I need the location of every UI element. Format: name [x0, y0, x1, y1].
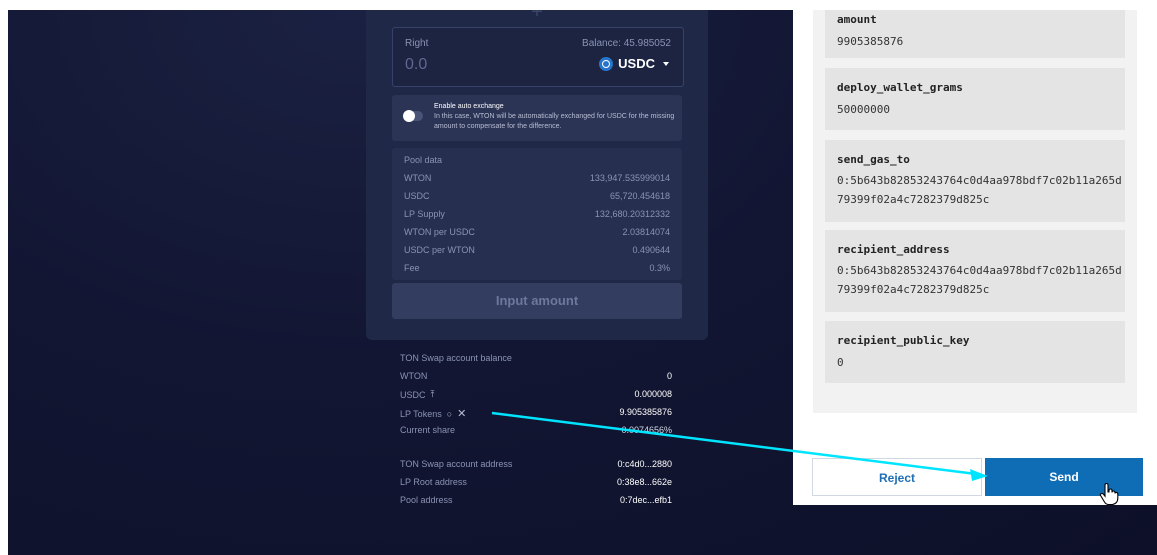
swap-card: + Right Balance: 45.985052 0.0 USDC Enab…	[366, 10, 708, 340]
pool-row-value: 0.3%	[649, 263, 670, 273]
balance-label: LP Tokens	[400, 408, 442, 419]
pool-row-label: Fee	[404, 263, 420, 273]
address-row: LP Root address 0:38e8...662e	[400, 477, 672, 491]
param-value: 0:5b643b82853243764c0d4aa978bdf7c02b11a2…	[837, 264, 1122, 296]
right-token-field[interactable]: Right Balance: 45.985052 0.0 USDC	[392, 27, 684, 87]
balance-value: 0.000008	[634, 389, 672, 399]
hand-cursor-icon	[1099, 483, 1119, 505]
usdc-icon	[599, 56, 614, 71]
balance-value: 9.905385876	[619, 407, 672, 417]
wallet-confirm-panel: amount 9905385876 deploy_wallet_grams 50…	[793, 10, 1157, 505]
address-label: Pool address	[400, 495, 453, 505]
pool-data-box: Pool data WTON 133,947.535999014 USDC 65…	[392, 148, 682, 280]
pool-row-label: LP Supply	[404, 209, 445, 219]
toggle-knob	[403, 110, 415, 122]
pool-row: Fee 0.3%	[404, 263, 670, 277]
pool-data-heading: Pool data	[404, 155, 443, 165]
pool-row-label: USDC per WTON	[404, 245, 475, 255]
pool-row: LP Supply 132,680.20312332	[404, 209, 670, 223]
balance-row: LP Tokens ○ ✕ 9.905385876	[400, 407, 672, 421]
upload-icon[interactable]: ⤒	[431, 389, 435, 400]
param-deploy-wallet-grams: deploy_wallet_grams 50000000	[825, 68, 1125, 130]
auto-exchange-title: Enable auto exchange	[434, 103, 504, 110]
balance-row: Current share 0.0074656%	[400, 425, 672, 439]
param-recipient-public-key: recipient_public_key 0	[825, 321, 1125, 383]
pool-row: USDC per WTON 0.490644	[404, 245, 670, 259]
param-recipient-address: recipient_address 0:5b643b82853243764c0d…	[825, 230, 1125, 312]
param-amount: amount 9905385876	[825, 10, 1125, 58]
right-label: Right	[405, 38, 429, 49]
pool-row: WTON per USDC 2.03814074	[404, 227, 670, 241]
pool-row-value: 133,947.535999014	[589, 173, 670, 183]
input-amount-button[interactable]: Input amount	[392, 283, 682, 319]
right-amount-input[interactable]: 0.0	[405, 56, 427, 74]
address-value[interactable]: 0:38e8...662e	[617, 477, 672, 487]
pool-row-value: 65,720.454618	[609, 191, 670, 201]
pool-row-value: 2.03814074	[622, 227, 670, 237]
param-value: 9905385876	[837, 35, 904, 48]
param-name: send_gas_to	[837, 153, 910, 166]
param-value: 0	[837, 356, 844, 369]
pool-row-label: USDC	[404, 191, 430, 201]
account-heading: TON Swap account balance	[400, 353, 512, 363]
param-name: deploy_wallet_grams	[837, 81, 963, 94]
token-select[interactable]: USDC	[599, 56, 669, 71]
address-value[interactable]: 0:7dec...efb1	[620, 495, 672, 505]
address-row: Pool address 0:7dec...efb1	[400, 495, 672, 509]
balance-label: WTON	[400, 371, 428, 381]
token-balance: Balance: 45.985052	[582, 38, 671, 49]
chevron-down-icon	[663, 61, 669, 66]
plus-icon: +	[531, 10, 543, 23]
token-symbol: USDC	[618, 56, 655, 71]
balance-label: USDC	[400, 389, 426, 400]
balance-value: 0.0074656%	[621, 425, 672, 435]
send-button[interactable]: Send	[985, 458, 1143, 496]
balance-value: 0	[666, 371, 672, 381]
balance-row: WTON 0	[400, 371, 672, 385]
address-value[interactable]: 0:c4d0...2880	[617, 459, 672, 469]
address-label: LP Root address	[400, 477, 467, 487]
reject-button[interactable]: Reject	[812, 458, 982, 496]
param-value: 50000000	[837, 103, 890, 116]
balance-label: Current share	[400, 425, 456, 435]
pool-row-label: WTON per USDC	[404, 227, 475, 237]
pool-row: USDC 65,720.454618	[404, 191, 670, 205]
param-value: 0:5b643b82853243764c0d4aa978bdf7c02b11a2…	[837, 174, 1122, 206]
auto-exchange-box: Enable auto exchange In this case, WTON …	[392, 95, 682, 141]
auto-exchange-toggle[interactable]	[403, 110, 423, 122]
pool-row-label: WTON	[404, 173, 432, 183]
balance-row: USDC ⤒ 0.000008	[400, 389, 672, 403]
pool-row-value: 0.490644	[632, 245, 670, 255]
transaction-params: amount 9905385876 deploy_wallet_grams 50…	[813, 10, 1137, 413]
address-label: TON Swap account address	[400, 459, 513, 469]
refresh-icon[interactable]: ○	[447, 409, 452, 419]
param-name: recipient_address	[837, 243, 950, 256]
app-background: + Right Balance: 45.985052 0.0 USDC Enab…	[8, 10, 1157, 555]
close-icon[interactable]: ✕	[457, 407, 466, 420]
pool-row: WTON 133,947.535999014	[404, 173, 670, 187]
param-name: recipient_public_key	[837, 334, 970, 347]
param-send-gas-to: send_gas_to 0:5b643b82853243764c0d4aa978…	[825, 140, 1125, 222]
param-name: amount	[837, 13, 877, 26]
auto-exchange-description: In this case, WTON will be automatically…	[434, 113, 675, 130]
pool-row-value: 132,680.20312332	[594, 209, 670, 219]
address-row: TON Swap account address 0:c4d0...2880	[400, 459, 672, 473]
